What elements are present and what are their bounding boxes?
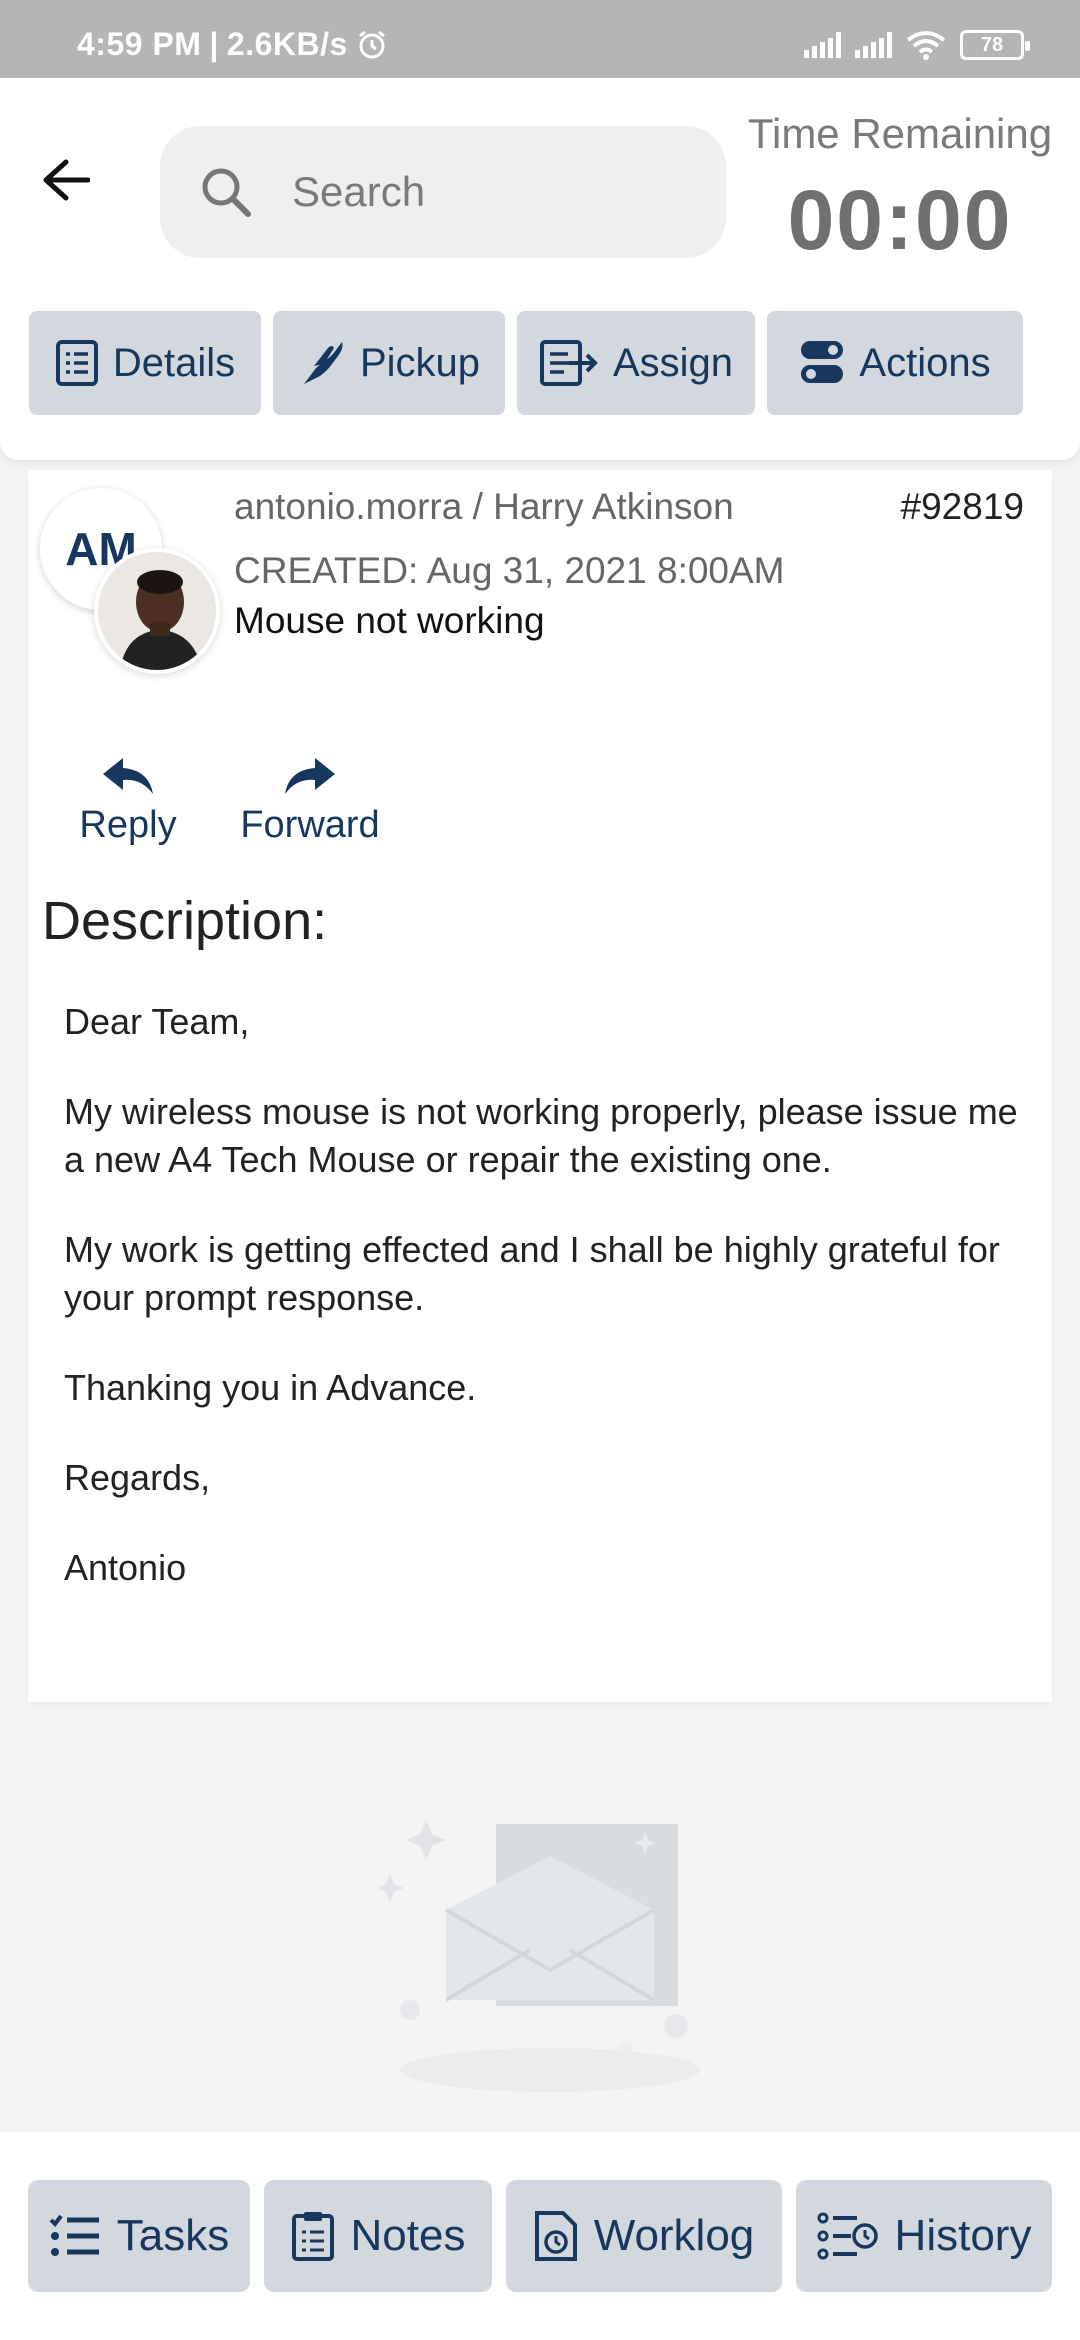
worklog-button[interactable]: Worklog: [506, 2180, 782, 2292]
assign-icon: [539, 340, 598, 386]
notes-clipboard-icon: [291, 2212, 334, 2261]
search-icon: [202, 168, 251, 217]
status-left: 4:59 PM | 2.6KB/s: [77, 26, 388, 63]
signal-icon: [804, 32, 841, 58]
pickup-hand-icon: [303, 342, 343, 384]
time-remaining-label: Time Remaining: [747, 110, 1053, 157]
details-icon: [55, 340, 98, 386]
alarm-icon: [358, 30, 385, 58]
ticket-created-date: CREATED: Aug 31, 2021 8:00AM: [234, 550, 785, 591]
status-separator: |: [209, 26, 219, 62]
wifi-icon: [906, 31, 946, 60]
tasks-button[interactable]: Tasks: [28, 2180, 250, 2292]
ticket-id: #92819: [900, 486, 1024, 527]
description-paragraph: Dear Team,: [64, 1001, 250, 1042]
worklog-label: Worklog: [593, 2211, 755, 2260]
description-paragraph: My wireless mouse is not working properl…: [64, 1091, 1018, 1180]
signal-icon-2: [855, 32, 892, 58]
battery-icon: 78: [960, 30, 1030, 60]
actions-label: Actions: [859, 340, 991, 385]
status-time: 4:59 PM: [77, 26, 202, 62]
pickup-button[interactable]: Pickup: [273, 311, 505, 415]
user-avatar-photo: [94, 548, 220, 674]
description-heading: Description:: [42, 891, 328, 951]
description-paragraph: Antonio: [64, 1547, 187, 1588]
notes-button[interactable]: Notes: [264, 2180, 492, 2292]
history-button[interactable]: History: [796, 2180, 1052, 2292]
description-paragraph: Thanking you in Advance.: [64, 1367, 477, 1408]
history-icon: [817, 2212, 878, 2260]
tasks-label: Tasks: [116, 2211, 230, 2260]
reply-button[interactable]: Reply: [76, 756, 180, 847]
time-remaining-value: 00:00: [787, 173, 1013, 267]
forward-button[interactable]: Forward: [236, 756, 384, 847]
person-photo-icon: [98, 552, 216, 670]
envelope-illustration-icon: [380, 1820, 700, 2092]
pickup-label: Pickup: [359, 340, 481, 385]
ticket-subject: Mouse not working: [234, 600, 545, 641]
forward-icon: [285, 758, 335, 794]
ticket-users: antonio.morra / Harry Atkinson: [234, 486, 734, 527]
history-label: History: [894, 2211, 1032, 2260]
status-right: 78: [804, 30, 1030, 60]
description-paragraph: Regards,: [64, 1457, 211, 1498]
arrow-left-icon: [43, 159, 90, 201]
status-network-speed: 2.6KB/s: [226, 26, 348, 62]
toggle-actions-icon: [801, 341, 844, 383]
worklog-clock-icon: [534, 2211, 577, 2261]
actions-button[interactable]: Actions: [767, 311, 1023, 415]
tasks-list-icon: [49, 2214, 99, 2256]
assign-label: Assign: [612, 340, 734, 385]
battery-level: 78: [980, 33, 1004, 56]
description-paragraph: My work is getting effected and I shall …: [64, 1229, 1000, 1318]
details-button[interactable]: Details: [29, 311, 261, 415]
reply-label: Reply: [79, 804, 177, 846]
back-button[interactable]: [36, 152, 96, 208]
description-body: Dear Team, My wireless mouse is not work…: [64, 998, 1024, 1634]
notes-label: Notes: [350, 2211, 466, 2260]
assign-button[interactable]: Assign: [517, 311, 755, 415]
search-input[interactable]: [292, 168, 692, 216]
details-label: Details: [112, 340, 236, 385]
reply-icon: [103, 758, 153, 794]
status-bar: 4:59 PM | 2.6KB/s 78: [0, 0, 1080, 78]
forward-label: Forward: [240, 804, 380, 846]
search-box[interactable]: [160, 126, 726, 258]
